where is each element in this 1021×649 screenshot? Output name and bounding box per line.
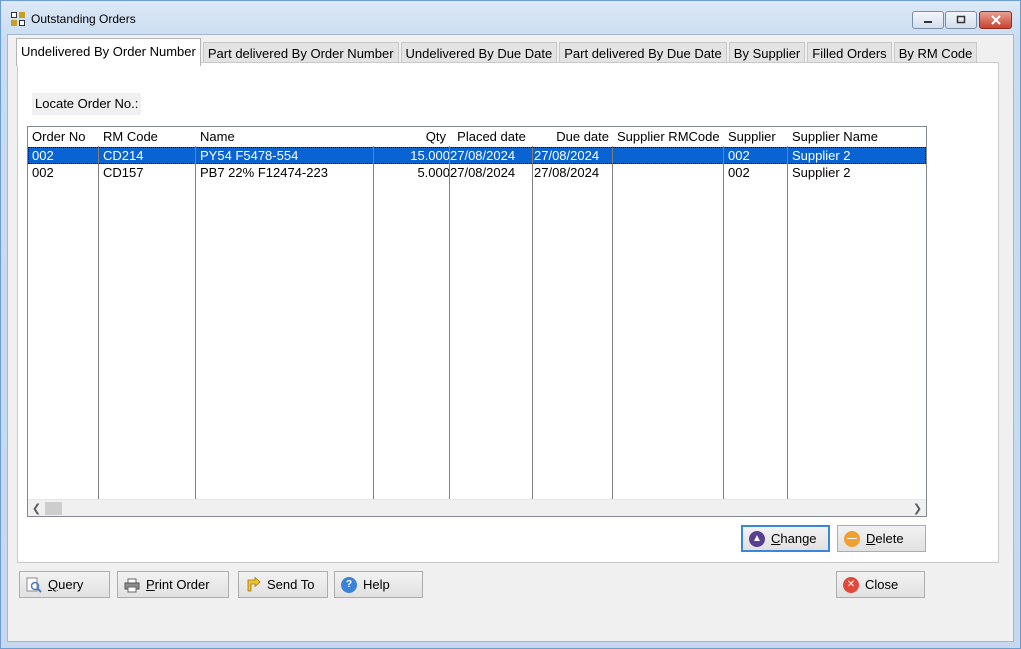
scroll-thumb[interactable] bbox=[45, 502, 62, 515]
cell-supplier-rmcode bbox=[613, 147, 724, 164]
cell-supplier-name: Supplier 2 bbox=[792, 165, 851, 180]
cell-supplier: 002 bbox=[728, 165, 750, 180]
change-label: Change bbox=[771, 531, 817, 546]
query-accelerator: Q bbox=[48, 577, 59, 592]
minimize-icon bbox=[924, 21, 932, 23]
triangle-up-icon: ▲ bbox=[749, 530, 765, 547]
window-title: Outstanding Orders bbox=[31, 12, 136, 26]
column-header-supplier[interactable]: Supplier bbox=[724, 127, 788, 146]
magnifier-icon bbox=[26, 577, 42, 593]
minimize-button[interactable] bbox=[912, 11, 944, 29]
column-header-supplier-rmcode[interactable]: Supplier RMCode bbox=[613, 127, 724, 146]
table-row[interactable]: 002 CD157 PB7 22% F12474-223 5.000 27/08… bbox=[28, 164, 926, 181]
print-order-label-rest: rint Order bbox=[154, 577, 210, 592]
column-header-qty[interactable]: Qty bbox=[374, 127, 450, 146]
help-button[interactable]: ? Help bbox=[334, 571, 423, 598]
column-header-name[interactable]: Name bbox=[196, 127, 374, 146]
query-label: Query bbox=[48, 577, 83, 592]
scroll-left-arrow-icon[interactable]: ❮ bbox=[28, 500, 45, 516]
column-divider bbox=[373, 146, 374, 499]
column-header-due-date[interactable]: Due date bbox=[533, 127, 613, 146]
column-divider bbox=[532, 146, 533, 499]
delete-label: Delete bbox=[866, 531, 904, 546]
column-header-placed-date[interactable]: Placed date bbox=[450, 127, 533, 146]
cell-supplier: 002 bbox=[728, 148, 750, 163]
orders-grid[interactable]: Order No RM Code Name Qty Placed date Du… bbox=[27, 126, 927, 517]
tab-undelivered-by-order-number[interactable]: Undelivered By Order Number bbox=[16, 38, 201, 66]
grid-header: Order No RM Code Name Qty Placed date Du… bbox=[28, 127, 926, 146]
help-label: Help bbox=[363, 577, 390, 592]
restore-icon bbox=[956, 15, 966, 24]
column-header-rm-code[interactable]: RM Code bbox=[99, 127, 196, 146]
delete-button[interactable]: — Delete bbox=[837, 525, 926, 552]
cell-placed-date: 27/08/2024 bbox=[450, 148, 516, 163]
cell-rm-code: CD157 bbox=[103, 165, 144, 180]
print-order-accelerator: P bbox=[146, 577, 155, 592]
cell-order-no: 002 bbox=[32, 148, 54, 163]
column-divider bbox=[723, 146, 724, 499]
locate-order-label: Locate Order No.: bbox=[32, 93, 142, 115]
cell-due-date: 27/08/2024 bbox=[534, 148, 600, 163]
maximize-button[interactable] bbox=[945, 11, 977, 29]
horizontal-scrollbar[interactable]: ❮ ❯ bbox=[28, 499, 926, 516]
cell-placed-date: 27/08/2024 bbox=[450, 165, 516, 180]
change-accelerator: C bbox=[771, 531, 781, 546]
print-order-label: Print Order bbox=[146, 577, 210, 592]
print-order-button[interactable]: Print Order bbox=[117, 571, 229, 598]
change-button[interactable]: ▲ Change bbox=[741, 525, 830, 552]
close-button[interactable]: ✕ Close bbox=[836, 571, 925, 598]
column-divider bbox=[787, 146, 788, 499]
column-header-order-no[interactable]: Order No bbox=[28, 127, 99, 146]
query-button[interactable]: Query bbox=[19, 571, 110, 598]
cell-name: PY54 F5478-554 bbox=[200, 148, 299, 163]
printer-icon bbox=[124, 577, 140, 593]
cell-supplier-name: Supplier 2 bbox=[792, 148, 851, 163]
cell-name: PB7 22% F12474-223 bbox=[200, 165, 328, 180]
close-x-icon: ✕ bbox=[843, 576, 859, 593]
cell-rm-code: CD214 bbox=[103, 148, 144, 163]
column-divider bbox=[98, 146, 99, 499]
cell-supplier-rmcode bbox=[613, 164, 724, 181]
table-row[interactable]: 002 CD214 PY54 F5478-554 15.000 27/08/20… bbox=[28, 147, 926, 164]
cell-qty: 15.000 bbox=[410, 148, 450, 163]
cell-order-no: 002 bbox=[32, 165, 54, 180]
column-divider bbox=[195, 146, 196, 499]
column-divider bbox=[449, 146, 450, 499]
delete-label-rest: elete bbox=[875, 531, 904, 546]
question-icon: ? bbox=[341, 576, 357, 593]
change-label-rest: hange bbox=[780, 531, 817, 546]
close-label: Close bbox=[865, 577, 899, 592]
close-icon bbox=[990, 15, 1001, 25]
cell-due-date: 27/08/2024 bbox=[534, 165, 600, 180]
column-header-supplier-name[interactable]: Supplier Name bbox=[788, 127, 926, 146]
window-close-button[interactable] bbox=[979, 11, 1012, 29]
delete-accelerator: D bbox=[866, 531, 876, 546]
send-to-label: Send To bbox=[267, 577, 315, 592]
minus-icon: — bbox=[844, 530, 860, 547]
send-to-button[interactable]: Send To bbox=[238, 571, 328, 598]
arrow-send-icon bbox=[245, 576, 261, 593]
cell-qty: 5.000 bbox=[417, 165, 450, 180]
query-label-rest: uery bbox=[58, 577, 84, 592]
app-icon bbox=[10, 11, 26, 27]
outstanding-orders-window: Outstanding Orders Undelivered By Order … bbox=[0, 0, 1021, 649]
client-area: Undelivered By Order Number Part deliver… bbox=[7, 34, 1014, 642]
tab-panel: Locate Order No.: Order No RM Code Name … bbox=[17, 62, 999, 563]
scroll-right-arrow-icon[interactable]: ❯ bbox=[909, 500, 926, 516]
column-divider bbox=[612, 146, 613, 499]
